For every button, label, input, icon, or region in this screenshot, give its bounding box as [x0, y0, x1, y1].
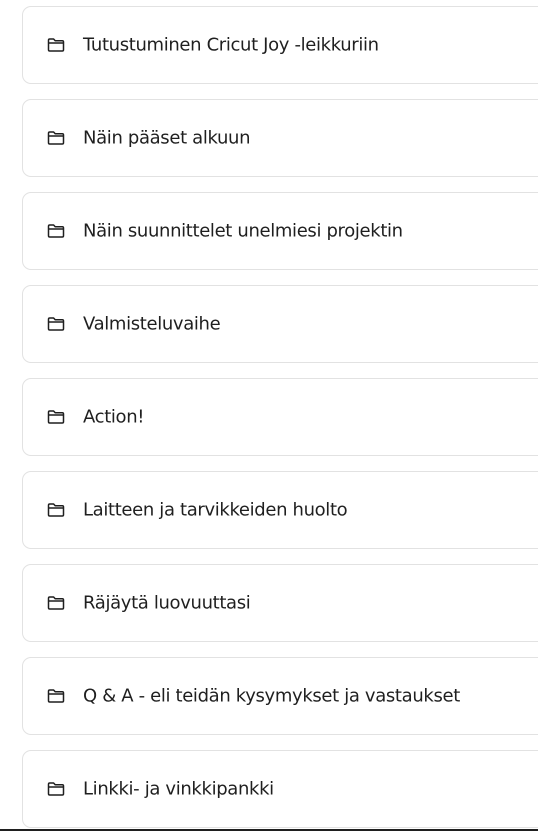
- folder-icon: [47, 317, 65, 331]
- section-item-alkuun[interactable]: Näin pääset alkuun: [22, 99, 538, 177]
- section-item-tutustuminen[interactable]: Tutustuminen Cricut Joy -leikkuriin: [22, 6, 538, 84]
- section-item-label: Laitteen ja tarvikkeiden huolto: [83, 499, 348, 521]
- section-item-linkkipankki[interactable]: Linkki- ja vinkkipankki: [22, 750, 538, 828]
- section-item-valmisteluvaihe[interactable]: Valmisteluvaihe: [22, 285, 538, 363]
- section-item-action[interactable]: Action!: [22, 378, 538, 456]
- section-item-suunnittelu[interactable]: Näin suunnittelet unelmiesi projektin: [22, 192, 538, 270]
- section-item-luovuus[interactable]: Räjäytä luovuuttasi: [22, 564, 538, 642]
- folder-icon: [47, 410, 65, 424]
- section-item-huolto[interactable]: Laitteen ja tarvikkeiden huolto: [22, 471, 538, 549]
- section-item-label: Näin suunnittelet unelmiesi projektin: [83, 220, 403, 242]
- folder-icon: [47, 503, 65, 517]
- folder-icon: [47, 224, 65, 238]
- section-item-label: Linkki- ja vinkkipankki: [83, 778, 274, 800]
- section-item-qa[interactable]: Q & A - eli teidän kysymykset ja vastauk…: [22, 657, 538, 735]
- section-item-label: Valmisteluvaihe: [83, 313, 221, 335]
- folder-icon: [47, 689, 65, 703]
- section-item-label: Action!: [83, 406, 145, 428]
- folder-icon: [47, 596, 65, 610]
- folder-icon: [47, 131, 65, 145]
- folder-icon: [47, 38, 65, 52]
- folder-icon: [47, 782, 65, 796]
- section-item-label: Näin pääset alkuun: [83, 127, 251, 149]
- section-item-label: Q & A - eli teidän kysymykset ja vastauk…: [83, 685, 460, 707]
- section-item-label: Räjäytä luovuuttasi: [83, 592, 251, 614]
- section-item-label: Tutustuminen Cricut Joy -leikkuriin: [83, 34, 379, 56]
- course-section-list: Tutustuminen Cricut Joy -leikkuriin Näin…: [0, 0, 538, 831]
